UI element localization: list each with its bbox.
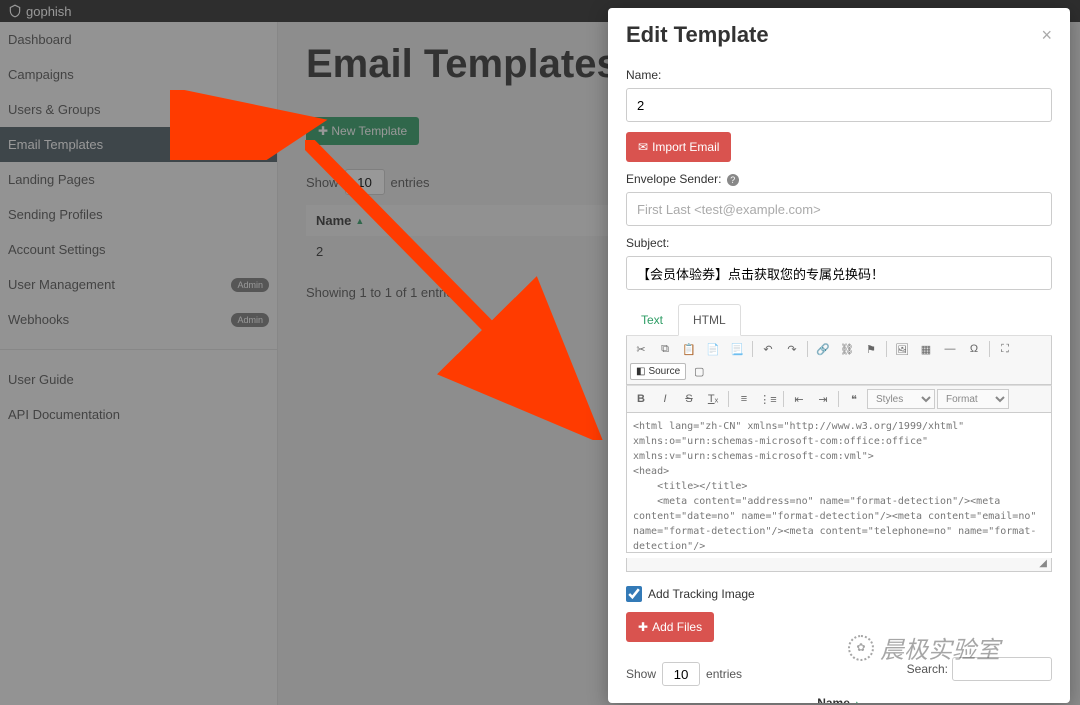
tab-text[interactable]: Text — [626, 304, 678, 335]
name-label: Name: — [626, 68, 1052, 82]
outdent-icon[interactable]: ⇤ — [788, 389, 810, 409]
maximize-icon[interactable]: ⛶ — [994, 339, 1016, 359]
table-icon[interactable]: ▦ — [915, 339, 937, 359]
preview-icon[interactable]: ▢ — [688, 361, 710, 381]
files-entries-label: entries — [706, 667, 742, 681]
name-input[interactable] — [626, 88, 1052, 122]
indent-icon[interactable]: ⇥ — [812, 389, 834, 409]
bullet-list-icon[interactable]: ⋮≡ — [757, 389, 779, 409]
subject-input[interactable] — [626, 256, 1052, 290]
format-select[interactable]: Format — [937, 389, 1009, 409]
envelope-sender-input[interactable] — [626, 192, 1052, 226]
wechat-icon: ✿ — [848, 635, 874, 661]
paste-word-icon[interactable]: 📃 — [726, 339, 748, 359]
cut-icon[interactable]: ✂ — [630, 339, 652, 359]
modal-close-button[interactable]: × — [1041, 25, 1052, 46]
watermark: ✿ 晨极实验室 — [848, 630, 1000, 665]
italic-icon[interactable]: I — [654, 389, 676, 409]
blockquote-icon[interactable]: ❝ — [843, 389, 865, 409]
source-button[interactable]: ◧Source — [630, 363, 686, 380]
resize-handle[interactable]: ◢ — [626, 558, 1052, 572]
envelope-sender-label: Envelope Sender: ? — [626, 172, 1052, 186]
image-icon[interactable]: 🖼 — [891, 339, 913, 359]
modal-title: Edit Template — [626, 22, 769, 48]
strike-icon[interactable]: S — [678, 389, 700, 409]
envelope-icon: ✉ — [638, 140, 648, 154]
html-source-editor[interactable]: <html lang="zh-CN" xmlns="http://www.w3.… — [626, 413, 1052, 553]
paste-text-icon[interactable]: 📄 — [702, 339, 724, 359]
edit-template-modal: Edit Template × Name: ✉Import Email Enve… — [608, 8, 1070, 703]
tracking-label: Add Tracking Image — [648, 587, 755, 601]
files-page-length-input[interactable] — [662, 662, 700, 686]
add-files-button[interactable]: ✚Add Files — [626, 612, 714, 642]
tracking-image-checkbox[interactable] — [626, 586, 642, 602]
help-icon[interactable]: ? — [727, 174, 739, 186]
styles-select[interactable]: Styles — [867, 389, 935, 409]
files-table-header[interactable]: Name▲ — [626, 696, 1052, 703]
plus-icon: ✚ — [638, 620, 648, 634]
files-show-label: Show — [626, 667, 656, 681]
anchor-icon[interactable]: ⚑ — [860, 339, 882, 359]
special-char-icon[interactable]: Ω — [963, 339, 985, 359]
editor-toolbar: ✂ ⧉ 📋 📄 📃 ↶ ↷ 🔗 ⛓ ⚑ 🖼 ▦ ― Ω ⛶ ◧Source ▢ — [626, 336, 1052, 385]
redo-icon[interactable]: ↷ — [781, 339, 803, 359]
hr-icon[interactable]: ― — [939, 339, 961, 359]
unlink-icon[interactable]: ⛓ — [836, 339, 858, 359]
subject-label: Subject: — [626, 236, 1052, 250]
undo-icon[interactable]: ↶ — [757, 339, 779, 359]
tab-html[interactable]: HTML — [678, 304, 741, 336]
copy-icon[interactable]: ⧉ — [654, 339, 676, 359]
bold-icon[interactable]: B — [630, 389, 652, 409]
numbered-list-icon[interactable]: ≡ — [733, 389, 755, 409]
import-email-button[interactable]: ✉Import Email — [626, 132, 731, 162]
sort-asc-icon: ▲ — [853, 699, 861, 704]
remove-format-icon[interactable]: Tₓ — [702, 389, 724, 409]
link-icon[interactable]: 🔗 — [812, 339, 834, 359]
paste-icon[interactable]: 📋 — [678, 339, 700, 359]
